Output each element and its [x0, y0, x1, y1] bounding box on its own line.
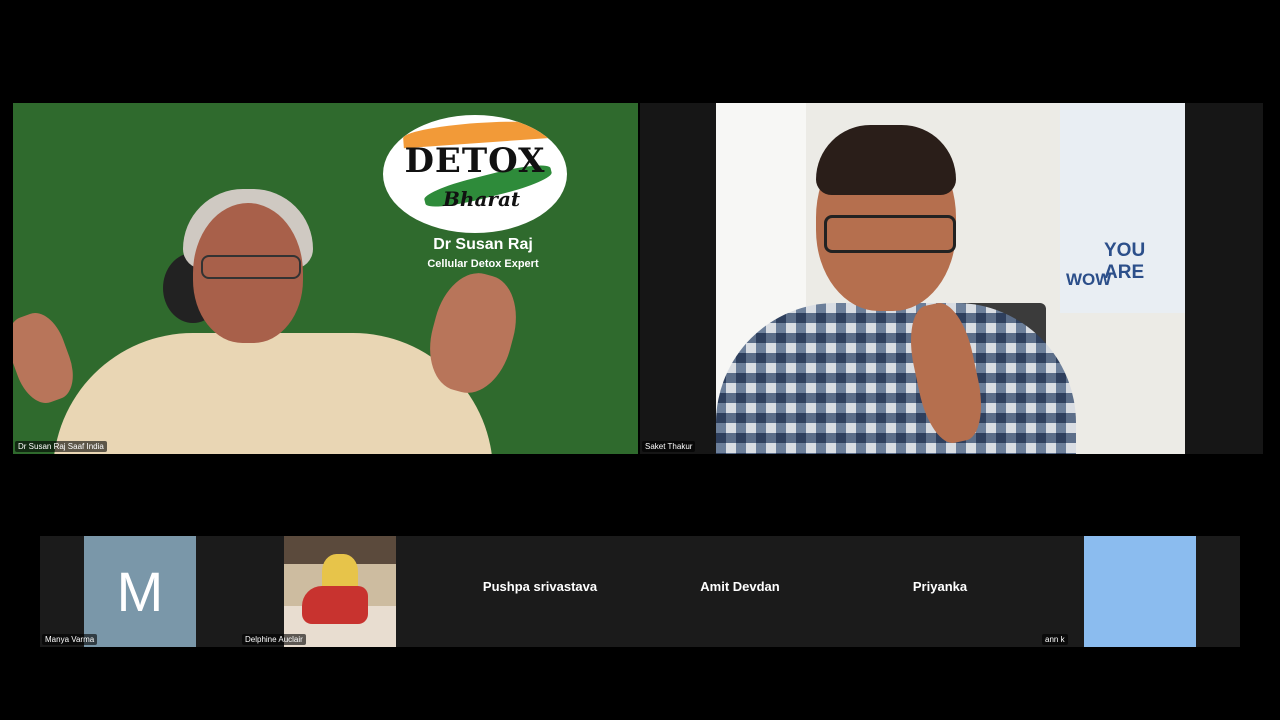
logo-line-2: Bharat	[443, 187, 521, 211]
video-tile-susan-raj[interactable]: DETOX Bharat Dr Susan Raj Cellular Detox…	[13, 103, 638, 454]
speaker-title-overlay: Cellular Detox Expert	[427, 258, 539, 270]
logo-line-1: DETOX	[404, 141, 546, 181]
participant-name-tag: Dr Susan Raj Saaf India	[15, 441, 107, 452]
participant-name-center: Pushpa srivastava	[482, 579, 598, 594]
participant-name-tag: ann k	[1042, 634, 1068, 645]
participant-hair	[816, 125, 956, 195]
gallery-tile-amit-devdan[interactable]: Amit Devdan	[640, 536, 840, 647]
poster-logo: WOW	[1066, 270, 1112, 289]
speaker-body	[53, 333, 493, 454]
gallery-tile-priyanka[interactable]: Priyanka	[840, 536, 1040, 647]
participant-name-tag: Saket Thakur	[642, 441, 696, 452]
participant-glasses	[824, 215, 956, 253]
gallery-tile-pushpa-srivastava[interactable]: Pushpa srivastava	[440, 536, 640, 647]
participant-shirt	[716, 303, 1076, 454]
gallery-tile-ann-k[interactable]: ann k	[1040, 536, 1240, 647]
video-tile-saket-thakur[interactable]: YOU ARE WOW Saket Thakur	[640, 103, 1263, 454]
participant-name-tag: Delphine Auclair	[242, 634, 306, 645]
participant-video	[1084, 536, 1196, 647]
poster-text: YOU ARE	[1104, 240, 1146, 283]
gallery-strip: M Manya Varma Delphine Auclair Pushpa sr…	[40, 536, 1240, 647]
camera-feed: YOU ARE WOW	[716, 103, 1185, 454]
participant-name-center: Priyanka	[912, 579, 968, 594]
gallery-tile-manya-varma[interactable]: M Manya Varma	[40, 536, 240, 647]
avatar: M	[84, 536, 196, 647]
gallery-tile-delphine-auclair[interactable]: Delphine Auclair	[240, 536, 440, 647]
participant-photo	[284, 536, 396, 647]
detox-bharat-logo: DETOX Bharat	[383, 115, 567, 233]
participant-name-center: Amit Devdan	[700, 579, 780, 594]
participant-name-tag: Manya Varma	[42, 634, 98, 645]
speaker-left-hand	[13, 306, 82, 410]
speaker-glasses	[201, 255, 301, 279]
speaker-name-overlay: Dr Susan Raj	[433, 236, 533, 253]
